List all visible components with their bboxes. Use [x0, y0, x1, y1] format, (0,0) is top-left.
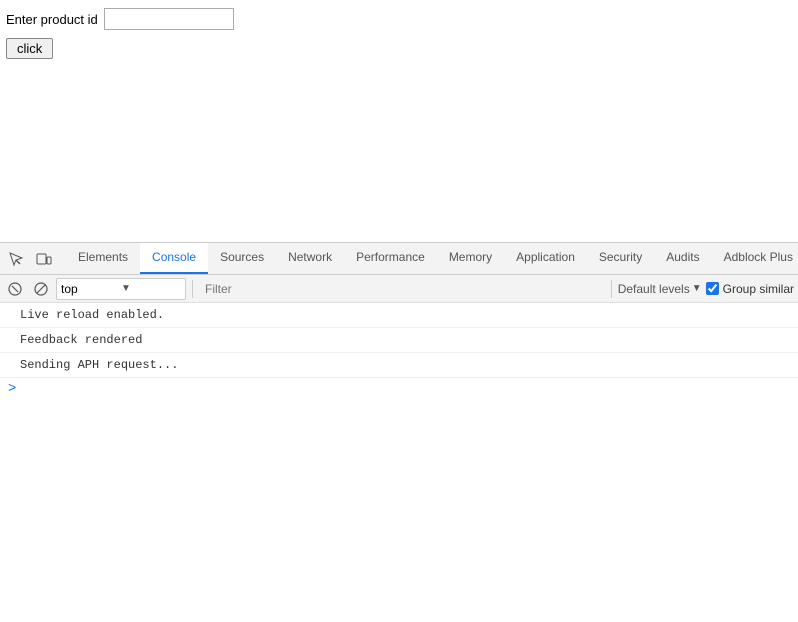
tab-audits[interactable]: Audits — [654, 243, 711, 275]
device-toolbar-button[interactable] — [32, 247, 56, 271]
console-prompt[interactable]: > — [0, 378, 798, 400]
block-requests-button[interactable] — [30, 278, 52, 300]
toolbar-divider-2 — [611, 280, 612, 298]
cursor-icon — [8, 251, 24, 267]
product-form: Enter product id — [6, 8, 792, 30]
tab-performance[interactable]: Performance — [344, 243, 437, 275]
product-id-input[interactable] — [104, 8, 234, 30]
tab-security[interactable]: Security — [587, 243, 654, 275]
tab-application[interactable]: Application — [504, 243, 587, 275]
console-filter-input[interactable] — [199, 280, 605, 298]
tab-memory[interactable]: Memory — [437, 243, 504, 275]
group-similar-label[interactable]: Group similar — [706, 282, 794, 296]
devtools-icon-group — [4, 247, 64, 271]
tab-sources[interactable]: Sources — [208, 243, 276, 275]
devtools-top-toolbar: Elements Console Sources Network Perform… — [0, 243, 798, 275]
group-similar-text: Group similar — [723, 282, 794, 296]
devtools-tabs: Elements Console Sources Network Perform… — [64, 243, 794, 275]
inspect-element-button[interactable] — [4, 247, 28, 271]
devtools-panel: Elements Console Sources Network Perform… — [0, 242, 798, 622]
toolbar-divider — [192, 280, 193, 298]
tab-console[interactable]: Console — [140, 243, 208, 275]
context-dropdown-value: top — [61, 282, 121, 296]
device-icon — [36, 251, 52, 267]
context-dropdown[interactable]: top ▼ — [56, 278, 186, 300]
console-toolbar: top ▼ Default levels ▼ Group similar — [0, 275, 798, 303]
dropdown-arrow-icon: ▼ — [121, 283, 181, 294]
tab-elements[interactable]: Elements — [66, 243, 140, 275]
group-similar-checkbox[interactable] — [706, 282, 719, 295]
page-content: Enter product id click — [0, 0, 798, 242]
block-icon — [34, 282, 48, 296]
console-message-1: Live reload enabled. — [0, 303, 798, 328]
console-message-2: Feedback rendered — [0, 328, 798, 353]
default-levels-arrow-icon: ▼ — [692, 283, 702, 294]
prompt-arrow-icon: > — [8, 381, 16, 397]
click-button[interactable]: click — [6, 38, 53, 59]
tab-adblock-plus[interactable]: Adblock Plus — [712, 243, 794, 275]
tab-network[interactable]: Network — [276, 243, 344, 275]
product-id-label: Enter product id — [6, 12, 98, 27]
clear-icon — [8, 282, 22, 296]
default-levels-label: Default levels — [618, 282, 690, 296]
default-levels-dropdown[interactable]: Default levels ▼ — [618, 282, 702, 296]
clear-console-button[interactable] — [4, 278, 26, 300]
console-message-3: Sending APH request... — [0, 353, 798, 378]
console-output: Live reload enabled. Feedback rendered S… — [0, 303, 798, 622]
